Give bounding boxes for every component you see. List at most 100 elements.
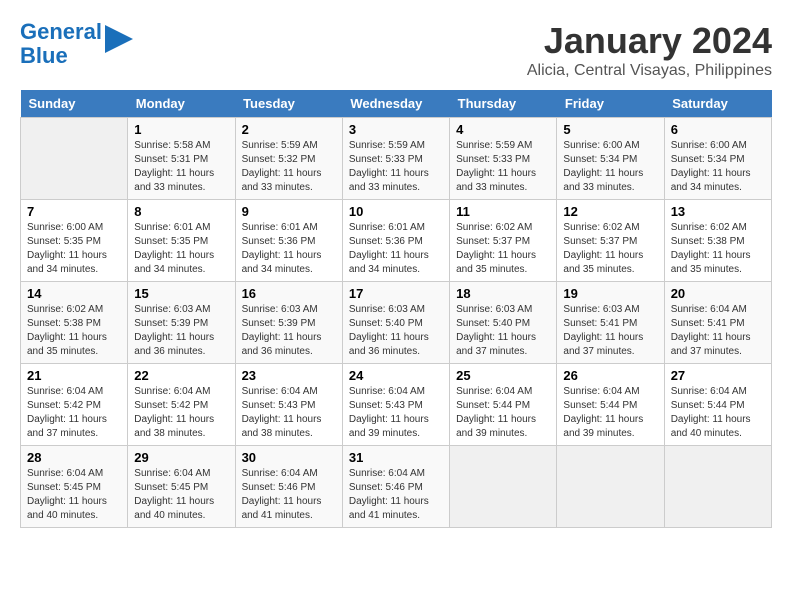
calendar-cell: 23 Sunrise: 6:04 AM Sunset: 5:43 PM Dayli… — [235, 364, 342, 446]
calendar-cell — [557, 446, 664, 528]
day-info: Sunrise: 6:04 AM Sunset: 5:46 PM Dayligh… — [242, 467, 336, 523]
day-number: 21 — [27, 368, 121, 383]
day-number: 31 — [349, 450, 443, 465]
weekday-header-monday: Monday — [128, 90, 235, 118]
calendar-cell: 30 Sunrise: 6:04 AM Sunset: 5:46 PM Dayli… — [235, 446, 342, 528]
day-info: Sunrise: 6:04 AM Sunset: 5:43 PM Dayligh… — [349, 385, 443, 441]
day-number: 16 — [242, 286, 336, 301]
day-number: 10 — [349, 204, 443, 219]
day-number: 27 — [671, 368, 765, 383]
logo-line2: Blue — [20, 43, 68, 68]
calendar-cell: 24 Sunrise: 6:04 AM Sunset: 5:43 PM Dayli… — [342, 364, 449, 446]
day-info: Sunrise: 6:04 AM Sunset: 5:42 PM Dayligh… — [27, 385, 121, 441]
calendar-header-row: SundayMondayTuesdayWednesdayThursdayFrid… — [21, 90, 772, 118]
day-number: 3 — [349, 122, 443, 137]
day-number: 24 — [349, 368, 443, 383]
day-number: 15 — [134, 286, 228, 301]
day-info: Sunrise: 6:04 AM Sunset: 5:42 PM Dayligh… — [134, 385, 228, 441]
calendar-week-5: 28Sunrise: 6:04 AM Sunset: 5:45 PM Dayli… — [21, 446, 772, 528]
month-title: January 2024 — [527, 20, 772, 62]
weekday-header-wednesday: Wednesday — [342, 90, 449, 118]
day-number: 5 — [563, 122, 657, 137]
location: Alicia, Central Visayas, Philippines — [527, 62, 772, 80]
day-number: 9 — [242, 204, 336, 219]
day-number: 7 — [27, 204, 121, 219]
logo-line1: General — [20, 19, 102, 44]
day-info: Sunrise: 5:58 AM Sunset: 5:31 PM Dayligh… — [134, 139, 228, 195]
calendar-cell: 12Sunrise: 6:02 AM Sunset: 5:37 PM Dayli… — [557, 200, 664, 282]
calendar-cell: 16 Sunrise: 6:03 AM Sunset: 5:39 PM Dayli… — [235, 282, 342, 364]
calendar-cell: 31 Sunrise: 6:04 AM Sunset: 5:46 PM Dayli… — [342, 446, 449, 528]
day-number: 1 — [134, 122, 228, 137]
day-number: 6 — [671, 122, 765, 137]
calendar-cell: 25 Sunrise: 6:04 AM Sunset: 5:44 PM Dayli… — [450, 364, 557, 446]
day-number: 8 — [134, 204, 228, 219]
calendar-cell: 2 Sunrise: 5:59 AM Sunset: 5:32 PM Daylig… — [235, 118, 342, 200]
day-info: Sunrise: 6:04 AM Sunset: 5:41 PM Dayligh… — [671, 303, 765, 359]
day-info: Sunrise: 6:02 AM Sunset: 5:38 PM Dayligh… — [671, 221, 765, 277]
calendar-body: 1 Sunrise: 5:58 AM Sunset: 5:31 PM Daylig… — [21, 118, 772, 528]
day-number: 14 — [27, 286, 121, 301]
calendar-cell: 19Sunrise: 6:03 AM Sunset: 5:41 PM Dayli… — [557, 282, 664, 364]
calendar-cell: 28Sunrise: 6:04 AM Sunset: 5:45 PM Dayli… — [21, 446, 128, 528]
calendar-cell — [664, 446, 771, 528]
calendar-cell: 3 Sunrise: 5:59 AM Sunset: 5:33 PM Daylig… — [342, 118, 449, 200]
day-number: 30 — [242, 450, 336, 465]
day-number: 4 — [456, 122, 550, 137]
day-info: Sunrise: 6:03 AM Sunset: 5:39 PM Dayligh… — [242, 303, 336, 359]
day-info: Sunrise: 6:03 AM Sunset: 5:41 PM Dayligh… — [563, 303, 657, 359]
calendar-cell: 26 Sunrise: 6:04 AM Sunset: 5:44 PM Dayli… — [557, 364, 664, 446]
calendar-cell: 27 Sunrise: 6:04 AM Sunset: 5:44 PM Dayli… — [664, 364, 771, 446]
day-info: Sunrise: 5:59 AM Sunset: 5:32 PM Dayligh… — [242, 139, 336, 195]
day-info: Sunrise: 6:04 AM Sunset: 5:44 PM Dayligh… — [563, 385, 657, 441]
calendar-cell: 8 Sunrise: 6:01 AM Sunset: 5:35 PM Daylig… — [128, 200, 235, 282]
calendar-cell — [21, 118, 128, 200]
calendar-cell: 5 Sunrise: 6:00 AM Sunset: 5:34 PM Daylig… — [557, 118, 664, 200]
calendar-cell: 29Sunrise: 6:04 AM Sunset: 5:45 PM Dayli… — [128, 446, 235, 528]
weekday-header-tuesday: Tuesday — [235, 90, 342, 118]
logo-text: General Blue — [20, 20, 102, 68]
weekday-header-friday: Friday — [557, 90, 664, 118]
day-number: 2 — [242, 122, 336, 137]
day-number: 23 — [242, 368, 336, 383]
day-info: Sunrise: 6:04 AM Sunset: 5:46 PM Dayligh… — [349, 467, 443, 523]
calendar-cell: 11 Sunrise: 6:02 AM Sunset: 5:37 PM Dayli… — [450, 200, 557, 282]
day-info: Sunrise: 6:04 AM Sunset: 5:44 PM Dayligh… — [456, 385, 550, 441]
day-info: Sunrise: 6:03 AM Sunset: 5:40 PM Dayligh… — [456, 303, 550, 359]
calendar-cell: 20 Sunrise: 6:04 AM Sunset: 5:41 PM Dayli… — [664, 282, 771, 364]
day-info: Sunrise: 6:00 AM Sunset: 5:35 PM Dayligh… — [27, 221, 121, 277]
calendar-cell: 7 Sunrise: 6:00 AM Sunset: 5:35 PM Daylig… — [21, 200, 128, 282]
day-number: 25 — [456, 368, 550, 383]
day-number: 11 — [456, 204, 550, 219]
day-info: Sunrise: 6:04 AM Sunset: 5:44 PM Dayligh… — [671, 385, 765, 441]
day-info: Sunrise: 6:04 AM Sunset: 5:43 PM Dayligh… — [242, 385, 336, 441]
day-number: 26 — [563, 368, 657, 383]
day-info: Sunrise: 6:03 AM Sunset: 5:39 PM Dayligh… — [134, 303, 228, 359]
day-info: Sunrise: 5:59 AM Sunset: 5:33 PM Dayligh… — [456, 139, 550, 195]
calendar-cell: 21 Sunrise: 6:04 AM Sunset: 5:42 PM Dayli… — [21, 364, 128, 446]
calendar-cell: 10Sunrise: 6:01 AM Sunset: 5:36 PM Dayli… — [342, 200, 449, 282]
day-info: Sunrise: 6:04 AM Sunset: 5:45 PM Dayligh… — [27, 467, 121, 523]
day-info: Sunrise: 6:00 AM Sunset: 5:34 PM Dayligh… — [671, 139, 765, 195]
calendar-cell: 1 Sunrise: 5:58 AM Sunset: 5:31 PM Daylig… — [128, 118, 235, 200]
day-info: Sunrise: 6:02 AM Sunset: 5:37 PM Dayligh… — [456, 221, 550, 277]
day-info: Sunrise: 6:04 AM Sunset: 5:45 PM Dayligh… — [134, 467, 228, 523]
logo-icon — [105, 25, 133, 53]
day-info: Sunrise: 6:02 AM Sunset: 5:38 PM Dayligh… — [27, 303, 121, 359]
calendar-cell: 14 Sunrise: 6:02 AM Sunset: 5:38 PM Dayli… — [21, 282, 128, 364]
title-area: January 2024 Alicia, Central Visayas, Ph… — [527, 20, 772, 80]
page-header: General Blue January 2024 Alicia, Centra… — [20, 20, 772, 80]
day-number: 20 — [671, 286, 765, 301]
weekday-header-saturday: Saturday — [664, 90, 771, 118]
calendar-week-4: 21 Sunrise: 6:04 AM Sunset: 5:42 PM Dayli… — [21, 364, 772, 446]
calendar-cell: 6 Sunrise: 6:00 AM Sunset: 5:34 PM Daylig… — [664, 118, 771, 200]
calendar-week-2: 7 Sunrise: 6:00 AM Sunset: 5:35 PM Daylig… — [21, 200, 772, 282]
calendar-cell: 17Sunrise: 6:03 AM Sunset: 5:40 PM Dayli… — [342, 282, 449, 364]
day-number: 17 — [349, 286, 443, 301]
day-info: Sunrise: 6:01 AM Sunset: 5:35 PM Dayligh… — [134, 221, 228, 277]
calendar-cell — [450, 446, 557, 528]
day-number: 18 — [456, 286, 550, 301]
day-info: Sunrise: 5:59 AM Sunset: 5:33 PM Dayligh… — [349, 139, 443, 195]
day-info: Sunrise: 6:00 AM Sunset: 5:34 PM Dayligh… — [563, 139, 657, 195]
logo: General Blue — [20, 20, 133, 68]
